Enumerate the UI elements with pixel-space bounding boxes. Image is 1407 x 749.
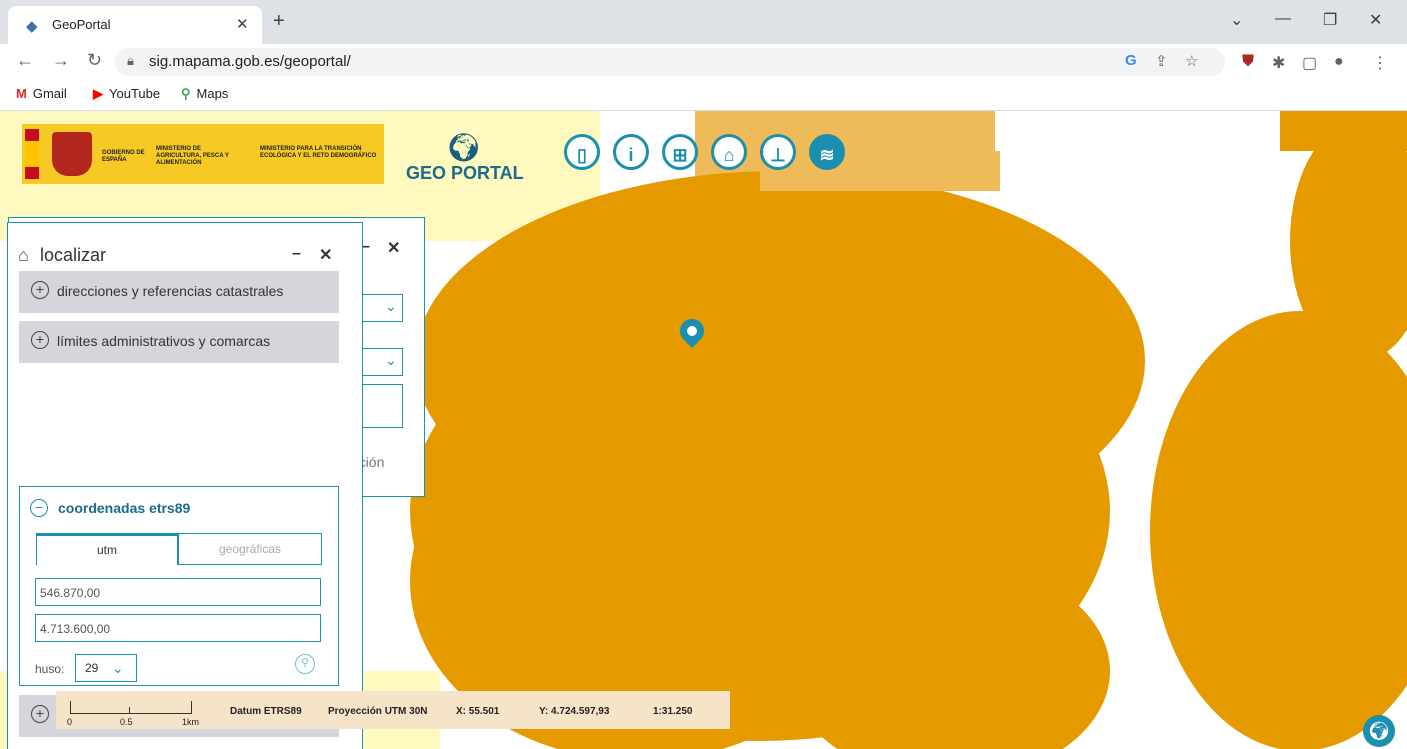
browser-tab[interactable]: ◆ GeoPortal ✕ [8, 6, 262, 44]
geoportal-label: GEO PORTAL [406, 163, 524, 183]
share-icon[interactable]: ⇪ [1155, 52, 1168, 70]
scale-readout: 1:31.250 [653, 706, 693, 717]
ruler-icon[interactable]: ▯ [564, 134, 600, 170]
section-coordenadas: − coordenadas etrs89 utm geográficas 546… [19, 486, 339, 686]
extension-shield-icon[interactable]: ⛊ [1242, 53, 1254, 71]
globe-icon: 🌍︎ [446, 132, 482, 163]
geoportal-favicon-icon: ◆ [26, 18, 38, 35]
projection-text: Proyección UTM 30N [328, 706, 428, 717]
menu-icon[interactable]: ⋮ [1372, 53, 1388, 73]
scale-label-0: 0 [67, 717, 73, 727]
side-panel-icon[interactable]: ▢ [1302, 53, 1317, 73]
bookmark-add-icon[interactable]: ⊞ [662, 134, 698, 170]
youtube-icon: ▶ [93, 86, 103, 101]
expand-icon: + [31, 331, 49, 349]
map-canvas[interactable]: GOBIERNO DE ESPAÑA MINISTERIO DE AGRICUL… [0, 111, 1407, 749]
government-logo: GOBIERNO DE ESPAÑA MINISTERIO DE AGRICUL… [22, 124, 384, 184]
locate-map-icon[interactable]: ⌂ [711, 134, 747, 170]
map-statusbar: 0 0.5 1km Datum ETRS89 Proyección UTM 30… [56, 691, 730, 729]
profile-icon[interactable]: ● [1334, 53, 1344, 71]
browser-toolbar: ← → ↻ 🔒︎ sig.mapama.gob.es/geoportal/ G … [0, 44, 1407, 80]
expand-icon: + [31, 705, 49, 723]
forward-icon[interactable]: → [52, 50, 70, 71]
datum-text: Datum ETRS89 [230, 706, 302, 717]
y-coordinate-field[interactable]: 4.713.600,00 [35, 614, 321, 642]
close-panel-icon[interactable]: ✕ [319, 245, 332, 265]
localizar-panel: ⌂ localizar – ✕ + direcciones y referenc… [7, 222, 363, 749]
tab-title: GeoPortal [52, 17, 111, 32]
globe-button[interactable]: 🌍︎ [1363, 715, 1395, 747]
bookmark-maps[interactable]: ⚲ Maps [181, 86, 228, 102]
minimize-icon[interactable]: — [1275, 10, 1291, 28]
expand-icon: + [31, 281, 49, 299]
minimize-panel-icon[interactable]: – [292, 245, 301, 263]
logo-gobierno: GOBIERNO DE ESPAÑA [102, 150, 145, 163]
bookmark-label: Gmail [32, 86, 67, 101]
close-tab-icon[interactable]: ✕ [236, 15, 249, 33]
lock-icon: 🔒︎ [127, 53, 134, 68]
locate-pin-button[interactable]: ⚲ [295, 654, 315, 674]
gmail-icon: M [16, 86, 27, 101]
tab-geograficas[interactable]: geográficas [178, 533, 322, 565]
address-bar[interactable]: 🔒︎ sig.mapama.gob.es/geoportal/ G ⇪ ☆ [115, 48, 1225, 76]
bookmark-youtube[interactable]: ▶ YouTube [93, 86, 160, 102]
section-limites[interactable]: + límites administrativos y comarcas [19, 321, 339, 363]
bookmarks-bar: M Gmail ▶ YouTube ⚲ Maps [0, 80, 1407, 111]
new-tab-icon[interactable]: + [273, 10, 285, 33]
layers-icon[interactable]: ≋ [809, 134, 845, 170]
reload-icon[interactable]: ↻ [87, 50, 102, 71]
bookmark-label: YouTube [109, 86, 161, 101]
scale-bar [70, 701, 192, 714]
locate-map-icon: ⌂ [18, 245, 29, 265]
coat-of-arms [52, 132, 92, 176]
x-coordinate-readout: X: 55.501 [456, 706, 500, 717]
browser-tabbar: ◆ GeoPortal ✕ + ⌄ — ❐ ✕ [0, 0, 1407, 44]
restore-icon[interactable]: ❐ [1323, 10, 1337, 30]
chevron-down-icon: ⌄ [385, 298, 397, 314]
chevron-down-icon: ⌄ [112, 660, 124, 676]
bookmark-gmail[interactable]: M Gmail [16, 86, 67, 101]
x-coordinate-field[interactable]: 546.870,00 [35, 578, 321, 606]
star-icon[interactable]: ☆ [1185, 52, 1198, 70]
maps-icon: ⚲ [181, 86, 191, 101]
section-label[interactable]: coordenadas etrs89 [58, 500, 190, 516]
identificar-input[interactable] [359, 384, 403, 428]
url-text[interactable]: sig.mapama.gob.es/geoportal/ [149, 53, 351, 70]
info-icon[interactable]: i [613, 134, 649, 170]
collapse-icon[interactable]: − [30, 499, 48, 517]
back-icon[interactable]: ← [16, 50, 34, 71]
spain-flag [25, 141, 39, 167]
close-window-icon[interactable]: ✕ [1369, 10, 1382, 30]
bookmark-label: Maps [196, 86, 229, 101]
scale-label-half: 0.5 [120, 717, 133, 727]
scale-label-1km: 1km [182, 717, 200, 727]
section-label: direcciones y referencias catastrales [57, 283, 284, 299]
logo-ministerio-agricultura: MINISTERIO DE AGRICULTURA, PESCA Y ALIME… [156, 146, 229, 166]
section-label: límites administrativos y comarcas [57, 333, 271, 349]
huso-value: 29 [85, 661, 99, 675]
chevron-down-icon: ⌄ [385, 352, 397, 368]
coord-tabs: utm geográficas [36, 533, 322, 565]
extensions-puzzle-icon[interactable]: ✱ [1272, 53, 1285, 73]
logo-ministerio-transicion: MINISTERIO PARA LA TRANSICIÓN ECOLÓGICA … [260, 146, 377, 159]
y-coordinate-readout: Y: 4.724.597,93 [539, 706, 610, 717]
tab-search-icon[interactable]: ⌄ [1230, 10, 1243, 30]
tab-utm[interactable]: utm [36, 533, 178, 565]
close-panel-icon[interactable]: ✕ [387, 238, 400, 258]
hierarchy-icon[interactable]: ⊥ [760, 134, 796, 170]
section-direcciones[interactable]: + direcciones y referencias catastrales [19, 271, 339, 313]
huso-label: huso: [35, 662, 65, 676]
google-icon[interactable]: G [1125, 52, 1137, 69]
huso-select[interactable]: 29 ⌄ [75, 654, 137, 682]
localizar-title: localizar [40, 245, 107, 265]
